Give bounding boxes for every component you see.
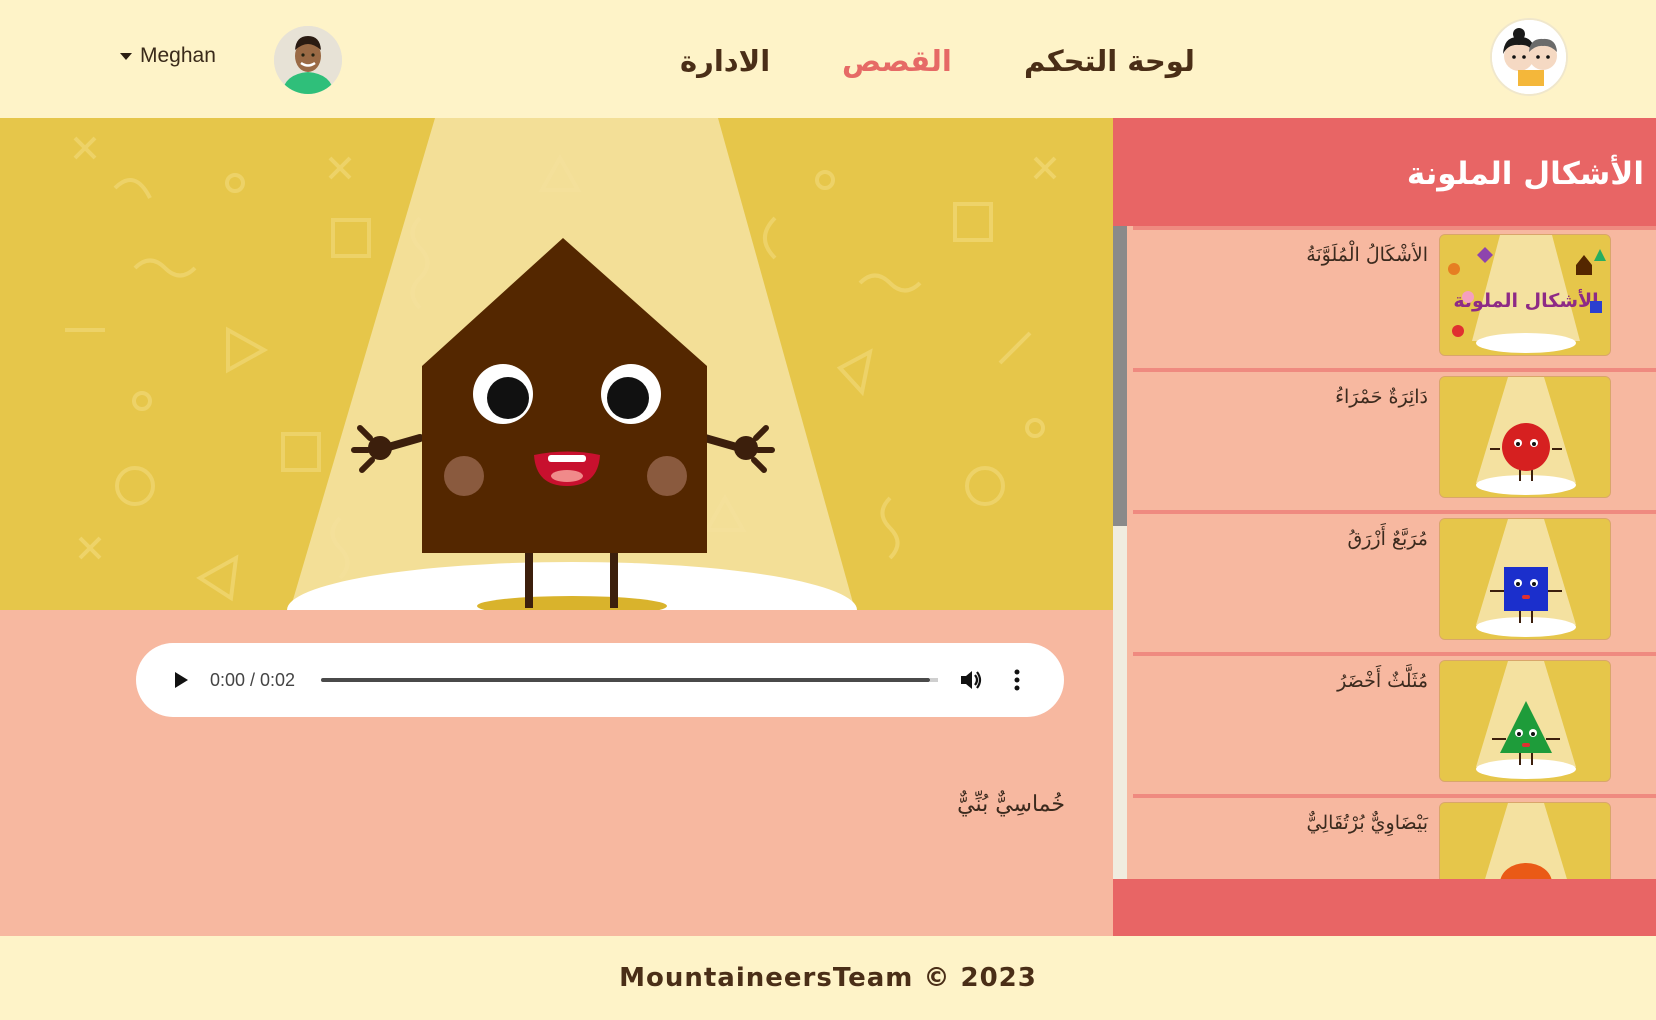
copyright-text: MountaineersTeam © 2023 <box>619 963 1037 993</box>
list-item-label: مُثَلَّثٌ أَخْضَرُ <box>1337 670 1428 692</box>
list-item[interactable]: دَائِرَةٌ حَمْرَاءُ <box>1133 368 1656 502</box>
nav-stories[interactable]: القصص <box>842 36 952 86</box>
story-illustration <box>0 118 1113 610</box>
page-footer: MountaineersTeam © 2023 <box>0 936 1656 1020</box>
volume-icon <box>961 671 982 689</box>
story-list[interactable]: الأشْكَالُ الْمُلَوَّنَةُ الأشكال الملون… <box>1113 226 1656 879</box>
story-player-panel: 0:00 / 0:02 خُماسِيٌّ بُنِّيٌّ <box>0 118 1113 936</box>
user-dropdown[interactable]: Meghan <box>120 44 216 68</box>
play-button[interactable] <box>168 667 194 693</box>
list-item-label: مُرَبَّعٌ أَزْرَقُ <box>1347 528 1428 550</box>
thumbnail-blue-square <box>1439 518 1611 640</box>
nav-admin[interactable]: الادارة <box>680 36 770 86</box>
list-item-label: دَائِرَةٌ حَمْرَاءُ <box>1335 386 1428 408</box>
nav-dashboard[interactable]: لوحة التحكم <box>1024 36 1195 86</box>
list-item[interactable]: بَيْضَاوِيٌّ بُرْتُقَالِيٌّ <box>1133 794 1656 879</box>
user-name: Meghan <box>140 44 216 67</box>
more-options-button[interactable] <box>1002 665 1032 695</box>
user-avatar[interactable] <box>274 26 342 94</box>
audio-time: 0:00 / 0:02 <box>210 669 296 690</box>
more-vertical-icon <box>1014 669 1020 691</box>
list-item[interactable]: مُرَبَّعٌ أَزْرَقُ <box>1133 510 1656 644</box>
sidebar-title: الأشكال الملونة <box>1406 156 1644 192</box>
play-icon <box>175 672 188 688</box>
list-item-label: بَيْضَاوِيٌّ بُرْتُقَالِيٌّ <box>1306 812 1428 834</box>
list-item-label: الأشْكَالُ الْمُلَوَّنَةُ <box>1306 244 1428 266</box>
top-navbar: Meghan الادارة القصص لوحة التحكم <box>0 0 1656 118</box>
thumbnail-title-card: الأشكال الملونة <box>1439 234 1611 356</box>
caret-down-icon <box>120 52 132 60</box>
story-caption: خُماسِيٌّ بُنِّيٌّ <box>957 792 1065 817</box>
thumbnail-green-triangle <box>1439 660 1611 782</box>
scrollbar-thumb[interactable] <box>1113 226 1127 526</box>
thumbnail-red-circle <box>1439 376 1611 498</box>
thumbnail-orange-oval <box>1439 802 1611 879</box>
audio-player: 0:00 / 0:02 <box>136 643 1064 717</box>
thumb-title: الأشكال الملونة <box>1453 289 1598 312</box>
story-sidebar: الأشكال الملونة الأشْكَالُ الْمُلَوَّنَة… <box>1113 118 1656 936</box>
site-logo[interactable] <box>1490 18 1568 96</box>
audio-progress-bar[interactable] <box>321 678 938 682</box>
scrollbar-track[interactable] <box>1113 226 1127 879</box>
volume-button[interactable] <box>956 665 986 695</box>
list-item[interactable]: مُثَلَّثٌ أَخْضَرُ <box>1133 652 1656 786</box>
sidebar-footer-bar <box>1113 879 1656 936</box>
list-item[interactable]: الأشْكَالُ الْمُلَوَّنَةُ الأشكال الملون… <box>1133 226 1656 360</box>
